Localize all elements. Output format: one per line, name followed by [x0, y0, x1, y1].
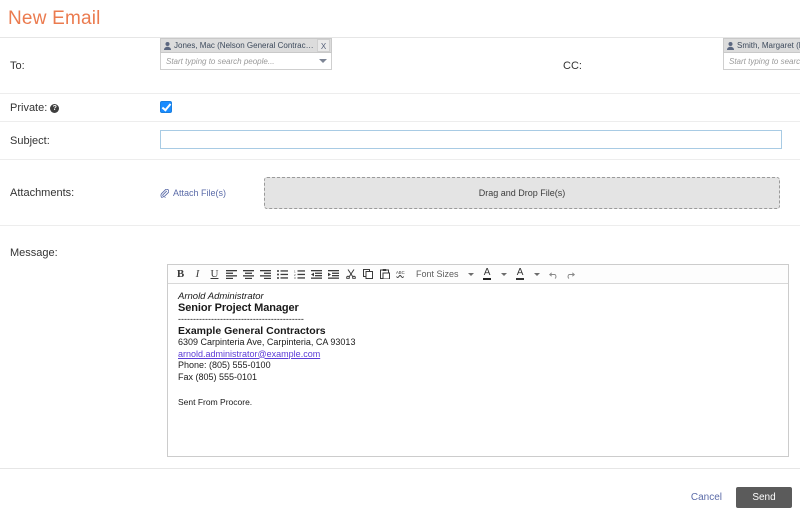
- paperclip-icon: [160, 189, 169, 198]
- row-recipients: To: Jones, Mac (Nelson General Contracto…: [0, 38, 800, 94]
- subject-label: Subject:: [0, 122, 160, 160]
- cc-recipient-name: Smith, Margaret (Nelson General Contract…: [737, 39, 800, 52]
- signature-email-link[interactable]: arnold.administrator@example.com: [178, 349, 778, 361]
- footer-actions: Cancel Send: [691, 487, 792, 508]
- signature-phone: Phone: (805) 555-0100: [178, 360, 778, 372]
- private-checkbox[interactable]: [160, 101, 172, 113]
- align-right-icon[interactable]: [257, 266, 274, 283]
- subject-field: [160, 122, 800, 149]
- signature-fax: Fax (805) 555-0101: [178, 372, 778, 384]
- row-attachments: Attachments: Attach File(s) Drag and Dro…: [0, 160, 800, 226]
- attachments-field: Attach File(s) Drag and Drop File(s): [160, 160, 800, 226]
- signature-divider: ----------------------------------------…: [178, 314, 778, 326]
- to-picker[interactable]: Jones, Mac (Nelson General Contractors) …: [160, 38, 332, 70]
- undo-icon[interactable]: [545, 266, 562, 283]
- font-sizes-caret-icon[interactable]: [468, 273, 474, 276]
- signature-address: 6309 Carpinteria Ave, Carpinteria, CA 93…: [178, 337, 778, 349]
- text-color-label: A: [483, 268, 492, 280]
- cc-picker[interactable]: Smith, Margaret (Nelson General Contract…: [723, 38, 800, 70]
- row-subject: Subject:: [0, 122, 800, 160]
- highlight-color-button[interactable]: A: [512, 266, 529, 283]
- font-sizes-dropdown[interactable]: Font Sizes: [410, 266, 463, 283]
- person-icon: [727, 42, 734, 50]
- highlight-color-label: A: [516, 268, 525, 280]
- signature-name: Arnold Administrator: [178, 291, 778, 303]
- cc-recipient-token[interactable]: Smith, Margaret (Nelson General Contract…: [723, 38, 800, 53]
- cancel-button[interactable]: Cancel: [691, 492, 722, 503]
- to-remove-recipient-button[interactable]: X: [317, 39, 330, 52]
- to-label: To:: [0, 38, 160, 94]
- attach-files-label: Attach File(s): [173, 188, 226, 198]
- cc-block: CC: Smith, Margaret (Nelson General Cont…: [563, 38, 800, 94]
- file-dropzone[interactable]: Drag and Drop File(s): [264, 177, 780, 209]
- svg-text:3: 3: [294, 276, 296, 279]
- signature-title: Senior Project Manager: [178, 303, 778, 315]
- cc-label: CC:: [563, 38, 723, 94]
- align-left-icon[interactable]: [223, 266, 240, 283]
- to-recipient-token[interactable]: Jones, Mac (Nelson General Contractors) …: [160, 38, 332, 53]
- spellcheck-icon[interactable]: ABC: [393, 266, 410, 283]
- footer-divider: [0, 468, 800, 469]
- message-label: Message:: [10, 247, 58, 259]
- to-search-input[interactable]: [166, 57, 315, 66]
- numbered-list-icon[interactable]: 123: [291, 266, 308, 283]
- new-email-form: To: Jones, Mac (Nelson General Contracto…: [0, 38, 800, 226]
- svg-text:ABC: ABC: [396, 270, 405, 275]
- person-icon: [164, 42, 171, 50]
- underline-button[interactable]: U: [206, 266, 223, 283]
- outdent-icon[interactable]: [308, 266, 325, 283]
- private-field: [160, 94, 800, 113]
- bold-button[interactable]: B: [172, 266, 189, 283]
- text-color-button[interactable]: A: [479, 266, 496, 283]
- cut-icon[interactable]: [342, 266, 359, 283]
- to-field: Jones, Mac (Nelson General Contractors) …: [160, 38, 800, 70]
- private-label: Private: ?: [0, 94, 160, 122]
- signature-company: Example General Contractors: [178, 326, 778, 338]
- editor-toolbar: B I U 123: [168, 265, 788, 284]
- message-editor: B I U 123: [167, 264, 789, 457]
- signature-sent-from: Sent From Procore.: [178, 397, 778, 409]
- copy-icon[interactable]: [359, 266, 376, 283]
- cc-search-box[interactable]: [723, 53, 800, 70]
- file-dropzone-label: Drag and Drop File(s): [479, 188, 566, 198]
- private-label-text: Private:: [10, 102, 47, 114]
- indent-icon[interactable]: [325, 266, 342, 283]
- attachments-label: Attachments:: [0, 160, 160, 226]
- page-title: New Email: [0, 0, 800, 32]
- to-dropdown-caret-icon[interactable]: [319, 59, 327, 63]
- cc-search-input[interactable]: [729, 57, 800, 66]
- paste-icon[interactable]: [376, 266, 393, 283]
- align-center-icon[interactable]: [240, 266, 257, 283]
- subject-input[interactable]: [160, 130, 782, 149]
- highlight-color-caret-icon[interactable]: [534, 273, 540, 276]
- help-icon[interactable]: ?: [50, 104, 59, 113]
- send-button[interactable]: Send: [736, 487, 792, 508]
- redo-icon[interactable]: [562, 266, 579, 283]
- message-body[interactable]: Arnold Administrator Senior Project Mana…: [168, 284, 788, 456]
- to-recipient-name: Jones, Mac (Nelson General Contractors): [174, 39, 315, 52]
- text-color-caret-icon[interactable]: [501, 273, 507, 276]
- row-private: Private: ?: [0, 94, 800, 122]
- italic-button[interactable]: I: [189, 266, 206, 283]
- font-sizes-label: Font Sizes: [416, 269, 459, 279]
- attachments-controls: Attach File(s) Drag and Drop File(s): [160, 160, 800, 226]
- bullet-list-icon[interactable]: [274, 266, 291, 283]
- attach-files-button[interactable]: Attach File(s): [160, 188, 260, 198]
- to-search-box[interactable]: [160, 53, 332, 70]
